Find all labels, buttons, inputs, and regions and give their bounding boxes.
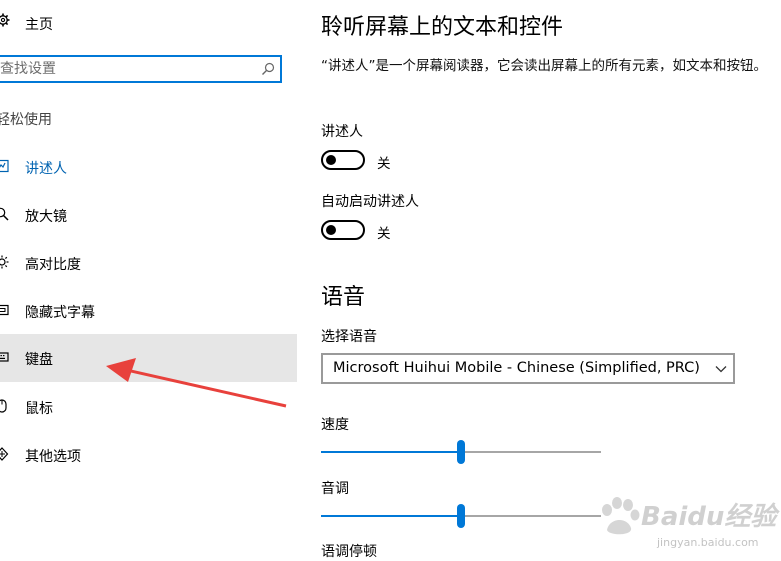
voice-dropdown-value: Microsoft Huihui Mobile - Chinese (Simpl… xyxy=(333,360,700,376)
page-description: “讲述人”是一个屏幕阅读器，它会读出屏幕上的所有元素，如文本和按钮。 xyxy=(321,58,767,74)
other-options-icon xyxy=(0,447,9,461)
closed-captions-icon xyxy=(0,304,9,316)
sidebar-item-label: 放大镜 xyxy=(25,209,67,225)
sidebar-item-label: 隐藏式字幕 xyxy=(25,305,95,321)
pitch-slider[interactable] xyxy=(321,504,601,528)
slider-fill xyxy=(321,515,461,517)
high-contrast-icon xyxy=(0,255,9,269)
mouse-icon xyxy=(0,399,7,413)
autostart-toggle-label: 自动启动讲述人 xyxy=(321,194,419,210)
toggle-knob xyxy=(326,225,336,235)
sidebar-item-keyboard[interactable]: 键盘 xyxy=(0,334,297,382)
sidebar: 主页 轻松使用 讲述人 放大镜 xyxy=(0,0,297,558)
slider-thumb[interactable] xyxy=(457,440,465,464)
watermark-site: jingyan.baidu.com xyxy=(657,536,759,549)
watermark-brand: Baidu经验 xyxy=(641,502,777,532)
main-content: 聆听屏幕上的文本和控件 “讲述人”是一个屏幕阅读器，它会读出屏幕上的所有元素，如… xyxy=(321,0,781,560)
sidebar-item-closed-captions[interactable]: 隐藏式字幕 xyxy=(0,287,297,335)
page-title: 聆听屏幕上的文本和控件 xyxy=(321,15,564,40)
watermark: Baidu经验 jingyan.baidu.com xyxy=(597,494,776,554)
choose-voice-label: 选择语音 xyxy=(321,329,377,345)
speed-label: 速度 xyxy=(321,417,349,433)
voice-dropdown[interactable]: Microsoft Huihui Mobile - Chinese (Simpl… xyxy=(321,353,735,384)
gear-icon xyxy=(0,13,10,27)
search-icon[interactable] xyxy=(261,62,275,76)
slider-thumb[interactable] xyxy=(457,504,465,528)
toggle-knob xyxy=(326,155,336,165)
sidebar-item-other-options[interactable]: 其他选项 xyxy=(0,431,297,479)
sidebar-item-high-contrast[interactable]: 高对比度 xyxy=(0,239,297,287)
narrator-icon xyxy=(0,159,9,173)
pause-label: 语调停顿 xyxy=(321,544,377,560)
sidebar-item-magnifier[interactable]: 放大镜 xyxy=(0,191,297,239)
narrator-toggle-state: 关 xyxy=(377,156,391,172)
sidebar-item-label: 键盘 xyxy=(25,352,53,368)
autostart-toggle[interactable] xyxy=(321,220,365,240)
sidebar-item-label: 高对比度 xyxy=(25,257,81,273)
voice-section-title: 语音 xyxy=(321,285,366,310)
sidebar-item-label: 其他选项 xyxy=(25,449,81,465)
magnifier-icon xyxy=(0,207,9,221)
search-input[interactable] xyxy=(0,58,250,80)
sidebar-item-mouse[interactable]: 鼠标 xyxy=(0,383,297,431)
narrator-toggle[interactable] xyxy=(321,150,365,170)
section-title: 轻松使用 xyxy=(0,112,52,128)
chevron-down-icon xyxy=(715,366,727,373)
baidu-paw-logo xyxy=(602,497,640,535)
keyboard-icon xyxy=(0,352,9,362)
pitch-label: 音调 xyxy=(321,481,349,497)
slider-fill xyxy=(321,451,461,453)
autostart-toggle-state: 关 xyxy=(377,226,391,242)
narrator-toggle-label: 讲述人 xyxy=(321,124,363,140)
sidebar-item-label: 鼠标 xyxy=(25,401,53,417)
home-label: 主页 xyxy=(25,17,53,33)
speed-slider[interactable] xyxy=(321,440,601,464)
search-box[interactable] xyxy=(0,55,282,83)
sidebar-item-narrator[interactable]: 讲述人 xyxy=(0,143,297,191)
sidebar-item-label: 讲述人 xyxy=(25,161,67,177)
